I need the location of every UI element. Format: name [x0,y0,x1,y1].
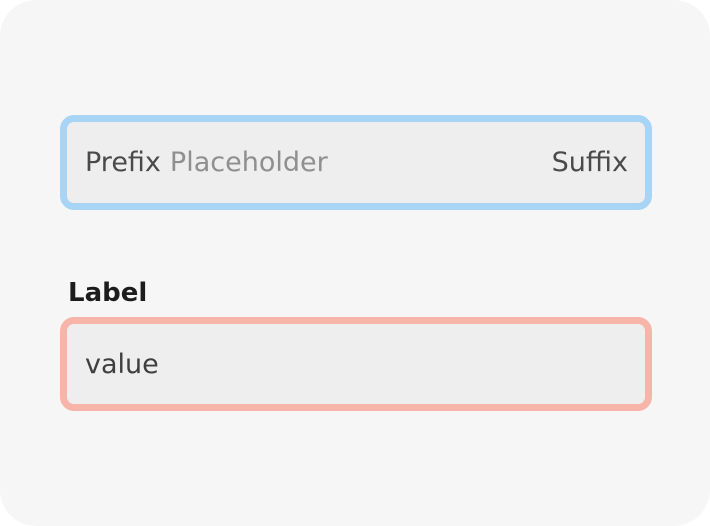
value-input[interactable] [85,348,627,380]
labeled-text-field[interactable] [60,317,652,411]
input-prefix: Prefix [85,147,161,178]
prefixed-text-field[interactable]: Prefix Suffix [60,115,652,210]
form-card: Prefix Suffix Label [0,0,710,526]
prefixed-input[interactable] [169,147,552,178]
input-suffix: Suffix [551,147,628,178]
field-label: Label [68,278,148,308]
